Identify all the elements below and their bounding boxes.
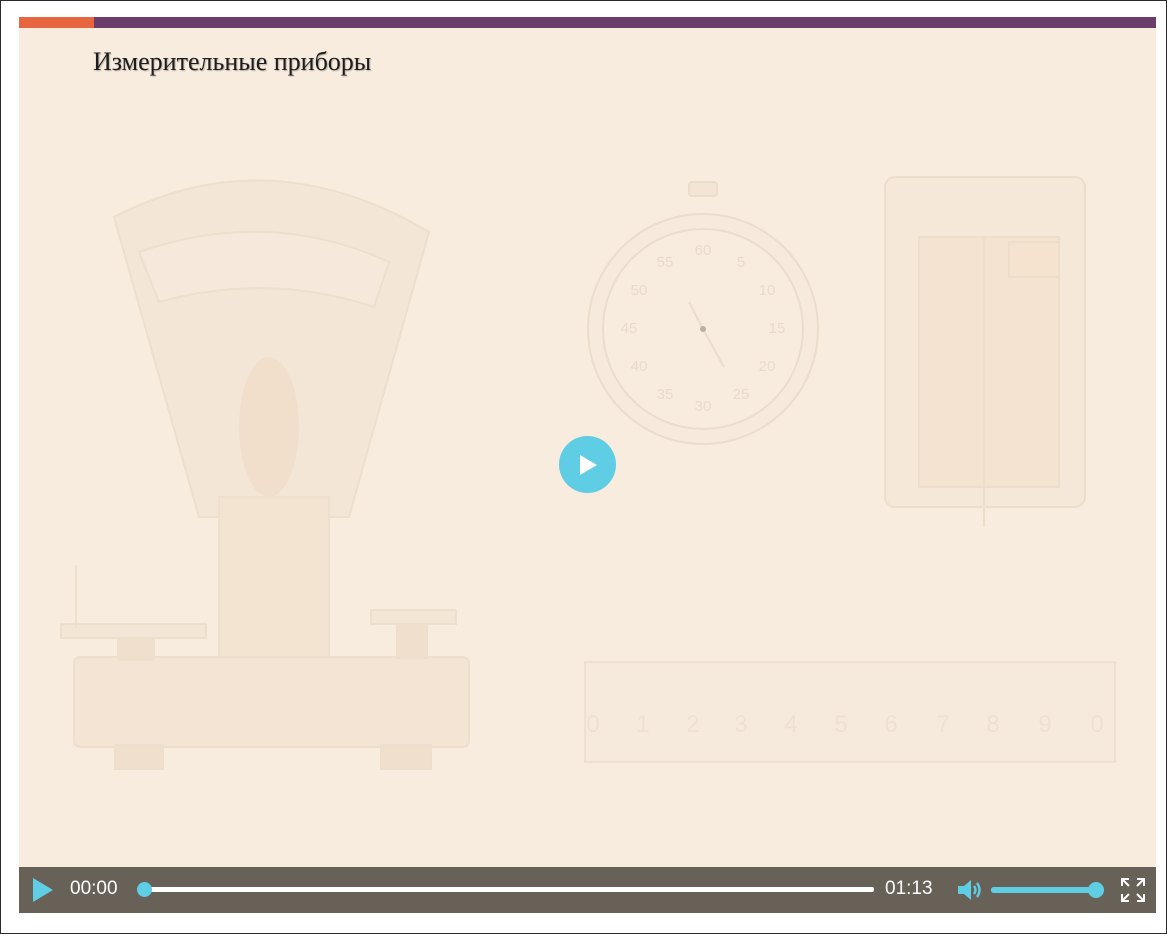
ruler-illustration (584, 661, 1116, 763)
slide-top-bar-accent (19, 17, 94, 28)
play-icon (579, 454, 597, 475)
ruler-number: 7 (936, 711, 949, 738)
ruler-number: 0 (1090, 711, 1103, 738)
ruler-number: 2 (686, 711, 699, 738)
video-frame: 60 5 10 15 20 25 30 35 40 45 50 55 0 1 2… (0, 0, 1167, 934)
stopwatch-number: 25 (733, 386, 750, 403)
slide-top-bar (19, 17, 1156, 28)
ruler-number: 3 (734, 711, 747, 738)
cylinder-illustration (884, 176, 1086, 527)
fullscreen-icon[interactable] (1120, 877, 1146, 903)
progress-bar[interactable] (137, 882, 874, 897)
stopwatch-number: 45 (621, 320, 638, 337)
ruler-number: 6 (884, 711, 897, 738)
ruler-number: 9 (1038, 711, 1051, 738)
stopwatch-number: 5 (737, 254, 745, 271)
video-controls: 00:00 01:13 (19, 867, 1156, 913)
duration: 01:13 (885, 878, 933, 899)
ruler-number: 8 (986, 711, 999, 738)
stopwatch-number: 20 (759, 358, 776, 375)
stopwatch-number: 35 (657, 386, 674, 403)
progress-thumb[interactable] (137, 882, 152, 897)
ruler-number: 4 (784, 711, 797, 738)
volume-fill (991, 887, 1096, 893)
volume-slider[interactable] (991, 882, 1104, 898)
stopwatch-number: 40 (631, 358, 648, 375)
stopwatch-number: 30 (695, 398, 712, 415)
play-icon[interactable] (31, 877, 55, 903)
ruler-number: 1 (636, 711, 649, 738)
video-player[interactable]: 60 5 10 15 20 25 30 35 40 45 50 55 0 1 2… (19, 17, 1156, 913)
slide-title: Измерительные приборы (93, 47, 372, 76)
stopwatch-number: 10 (759, 282, 776, 299)
ruler-number: 5 (834, 711, 847, 738)
stopwatch-number: 50 (631, 282, 648, 299)
current-time: 00:00 (70, 878, 118, 899)
stopwatch-number: 15 (769, 320, 786, 337)
big-play-button[interactable] (559, 436, 616, 493)
volume-icon[interactable] (956, 878, 984, 902)
stopwatch-number: 60 (695, 242, 712, 259)
ruler-number: 0 (586, 711, 599, 738)
stopwatch-number: 55 (657, 254, 674, 271)
volume-thumb[interactable] (1088, 882, 1104, 898)
scale-illustration (60, 179, 470, 770)
